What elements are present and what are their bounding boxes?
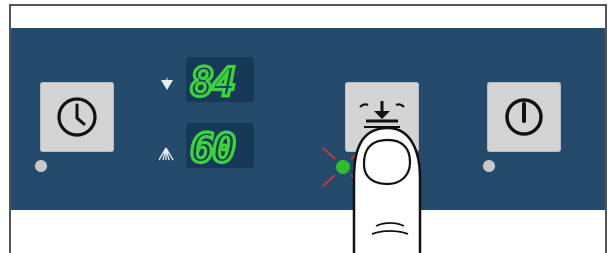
display-bottom: 60 [186,123,254,168]
panel-edge-left [9,4,11,253]
spray-arms-icon [158,147,174,161]
display-bottom-digits: 60 [188,124,238,168]
finger-press-illustration [352,126,422,253]
triangle-down-sparkle-icon [161,78,173,90]
panel-edge-right [605,4,607,253]
timer-button[interactable] [40,82,114,152]
clock-icon [57,97,97,137]
control-panel-illustration: 84 60 [0,0,616,253]
timer-led [35,160,47,172]
display-bottom-value: 60 [190,126,235,168]
power-led [483,160,495,172]
power-icon [505,98,543,136]
display-top: 84 [186,57,254,102]
panel-edge-top [9,4,607,6]
display-top-digits: 84 [188,58,237,102]
power-button[interactable] [487,82,561,152]
display-top-value: 84 [190,60,234,102]
bottom-margin [10,210,606,253]
